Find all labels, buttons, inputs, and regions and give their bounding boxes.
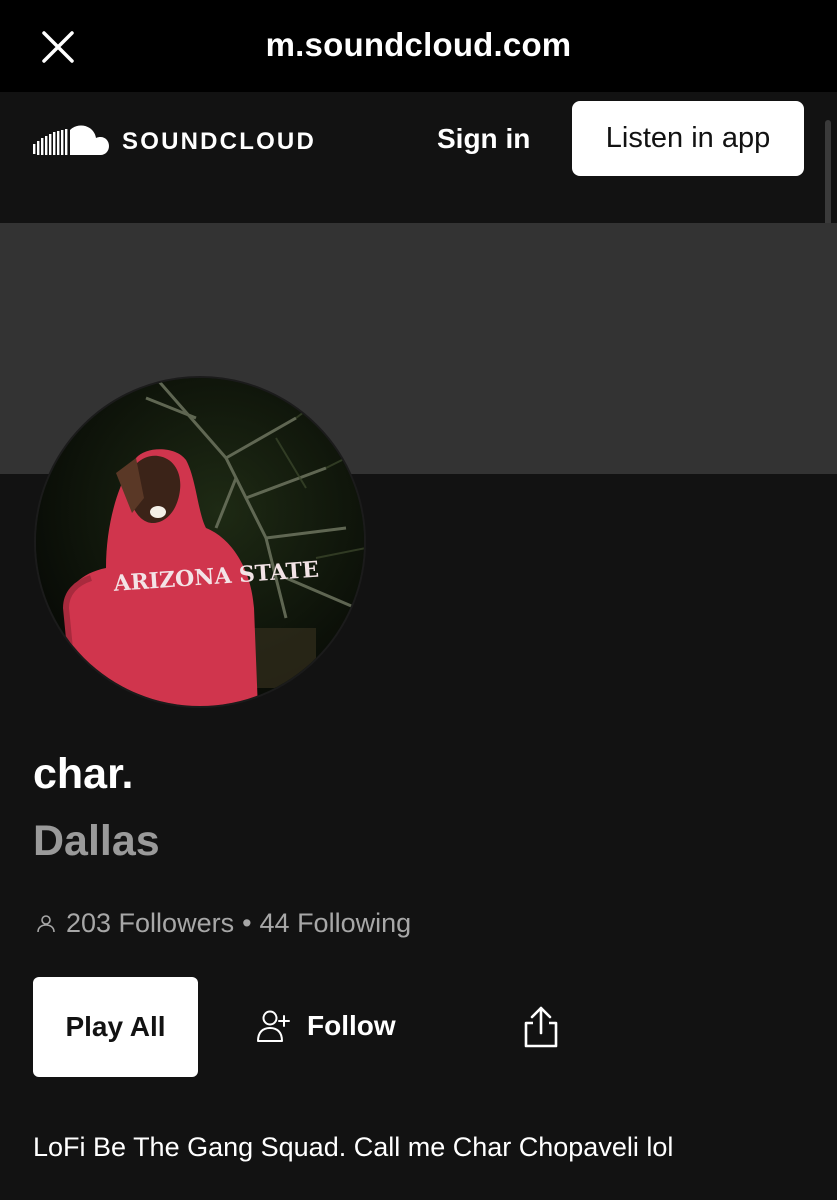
follow-stats: 203 Followers • 44 Following [36,908,411,939]
share-icon[interactable] [521,1005,561,1049]
browser-url[interactable]: m.soundcloud.com [0,26,837,64]
add-user-icon [257,1010,290,1042]
follow-button[interactable]: Follow [255,1008,396,1044]
avatar-photo: ARIZONA STATE [36,378,364,706]
follow-label: Follow [307,1010,396,1041]
soundcloud-cloud-icon [33,125,109,155]
site-header: SOUNDCLOUD Sign in Listen in app [0,92,837,223]
user-icon [37,914,55,932]
profile-bio: LoFi Be The Gang Squad. Call me Char Cho… [33,1132,674,1162]
browser-address-bar: m.soundcloud.com [0,0,837,92]
soundcloud-logo[interactable]: SOUNDCLOUD [33,122,316,162]
following-count[interactable]: 44 Following [260,908,412,939]
play-all-button[interactable]: Play All [33,977,198,1077]
profile-name: char. [33,750,134,798]
avatar: ARIZONA STATE [34,376,366,708]
listen-in-app-button[interactable]: Listen in app [572,101,804,176]
stats-separator: • [242,908,252,938]
profile-city: Dallas [33,817,160,865]
sign-in-link[interactable]: Sign in [437,123,530,155]
followers-count[interactable]: 203 Followers [66,908,234,939]
logo-wordmark: SOUNDCLOUD [122,128,316,155]
